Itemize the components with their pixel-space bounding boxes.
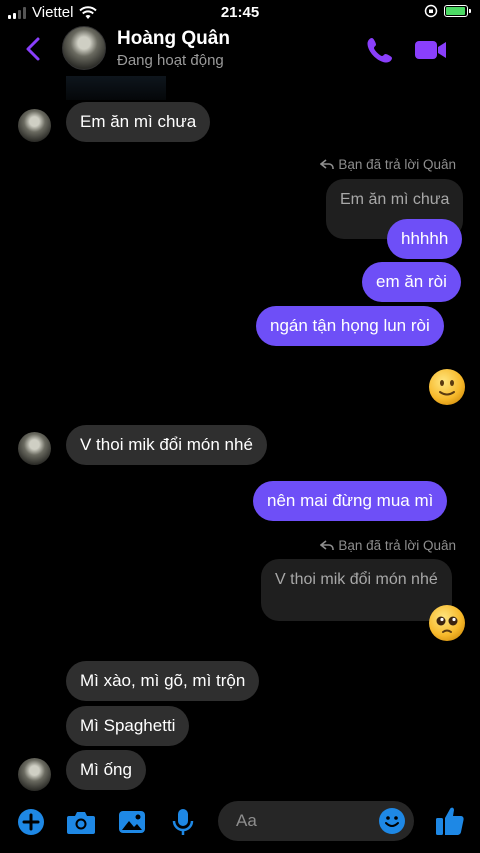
contact-avatar[interactable] (62, 26, 106, 70)
incoming-message[interactable]: Mì xào, mì gõ, mì trộn (66, 661, 260, 701)
status-bar: Viettel 21:45 (0, 0, 480, 26)
pleading-face-emoji[interactable] (428, 604, 466, 642)
video-call-icon[interactable] (413, 34, 449, 66)
microphone-icon[interactable] (168, 807, 198, 837)
outgoing-message[interactable]: em ăn ròi (362, 262, 461, 302)
message-composer: Aa (0, 796, 480, 853)
reply-indicator-label: Bạn đã trả lời Quân (338, 157, 456, 172)
emoji-icon[interactable] (378, 807, 406, 835)
reply-arrow-icon (320, 159, 335, 169)
clock: 21:45 (220, 4, 260, 21)
orientation-lock-icon (424, 4, 438, 18)
gallery-icon[interactable] (117, 807, 147, 837)
message-input-placeholder: Aa (236, 811, 257, 830)
outgoing-message[interactable]: ngán tận họng lun ròi (256, 306, 444, 346)
outgoing-message[interactable]: nên mai đừng mua mì (253, 481, 448, 521)
chat-header: Hoàng Quân Đang hoạt động (0, 24, 480, 76)
contact-status: Đang hoạt động (117, 52, 224, 69)
reply-arrow-icon (320, 540, 335, 550)
phone-call-icon[interactable] (364, 34, 396, 66)
reply-indicator-label: Bạn đã trả lời Quân (338, 538, 456, 553)
slightly-smiling-face-emoji[interactable] (428, 368, 466, 406)
outgoing-message[interactable]: hhhhh (387, 219, 463, 259)
sender-avatar (18, 109, 51, 142)
contact-name[interactable]: Hoàng Quân (117, 28, 230, 50)
quoted-message[interactable]: V thoi mik đổi món nhé (261, 559, 452, 621)
incoming-message[interactable]: Mì ống (66, 750, 146, 790)
add-icon[interactable] (16, 807, 46, 837)
incoming-message[interactable]: Mì Spaghetti (66, 706, 190, 746)
message-input[interactable]: Aa (218, 801, 414, 841)
battery-icon (444, 5, 471, 17)
thumbs-up-icon[interactable] (434, 804, 466, 838)
reply-indicator: Bạn đã trả lời Quân (320, 157, 456, 172)
incoming-message[interactable]: V thoi mik đổi món nhé (66, 425, 267, 465)
shared-media-preview (66, 76, 166, 100)
back-arrow-icon[interactable] (22, 34, 46, 64)
sender-avatar (18, 432, 51, 465)
incoming-message[interactable]: Em ăn mì chưa (66, 102, 211, 142)
camera-icon[interactable] (65, 807, 97, 837)
reply-indicator: Bạn đã trả lời Quân (320, 538, 456, 553)
sender-avatar (18, 758, 51, 791)
